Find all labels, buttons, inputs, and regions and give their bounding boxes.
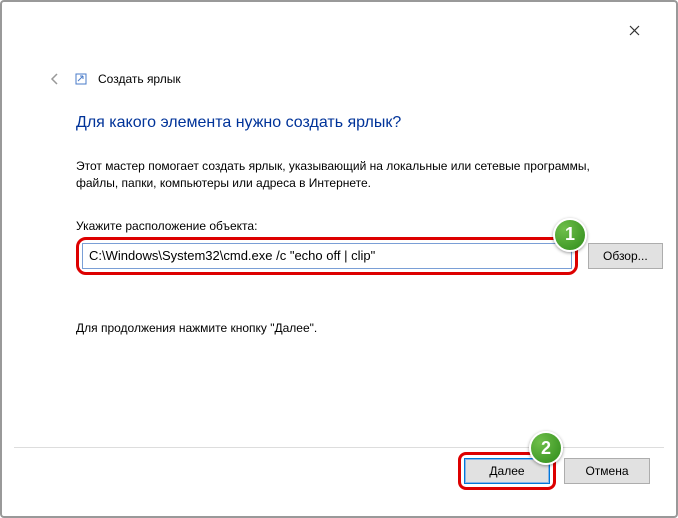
path-input-row: 1 Обзор... [76,237,634,275]
arrow-left-icon [48,72,62,86]
browse-button[interactable]: Обзор... [588,243,663,269]
dialog-window: Создать ярлык Для какого элемента нужно … [4,4,674,514]
highlight-1: 1 [76,237,578,275]
content-area: Для какого элемента нужно создать ярлык?… [76,114,634,335]
path-label: Укажите расположение объекта: [76,219,634,233]
shortcut-icon [74,72,88,86]
back-button[interactable] [46,70,64,88]
highlight-2: Далее 2 [458,452,556,490]
footer-buttons: Далее 2 Отмена [458,452,650,490]
close-button[interactable] [622,18,646,42]
continue-hint: Для продолжения нажмите кнопку "Далее". [76,321,634,335]
annotation-badge-1: 1 [553,218,587,252]
description-text: Этот мастер помогает создать ярлык, указ… [76,158,616,193]
cancel-button[interactable]: Отмена [564,458,650,484]
window-title: Создать ярлык [98,72,181,86]
close-icon [629,25,640,36]
page-heading: Для какого элемента нужно создать ярлык? [76,114,634,132]
header-row: Создать ярлык [46,70,181,88]
footer-separator [14,447,664,448]
path-input[interactable] [82,243,572,269]
annotation-badge-2: 2 [529,431,563,465]
